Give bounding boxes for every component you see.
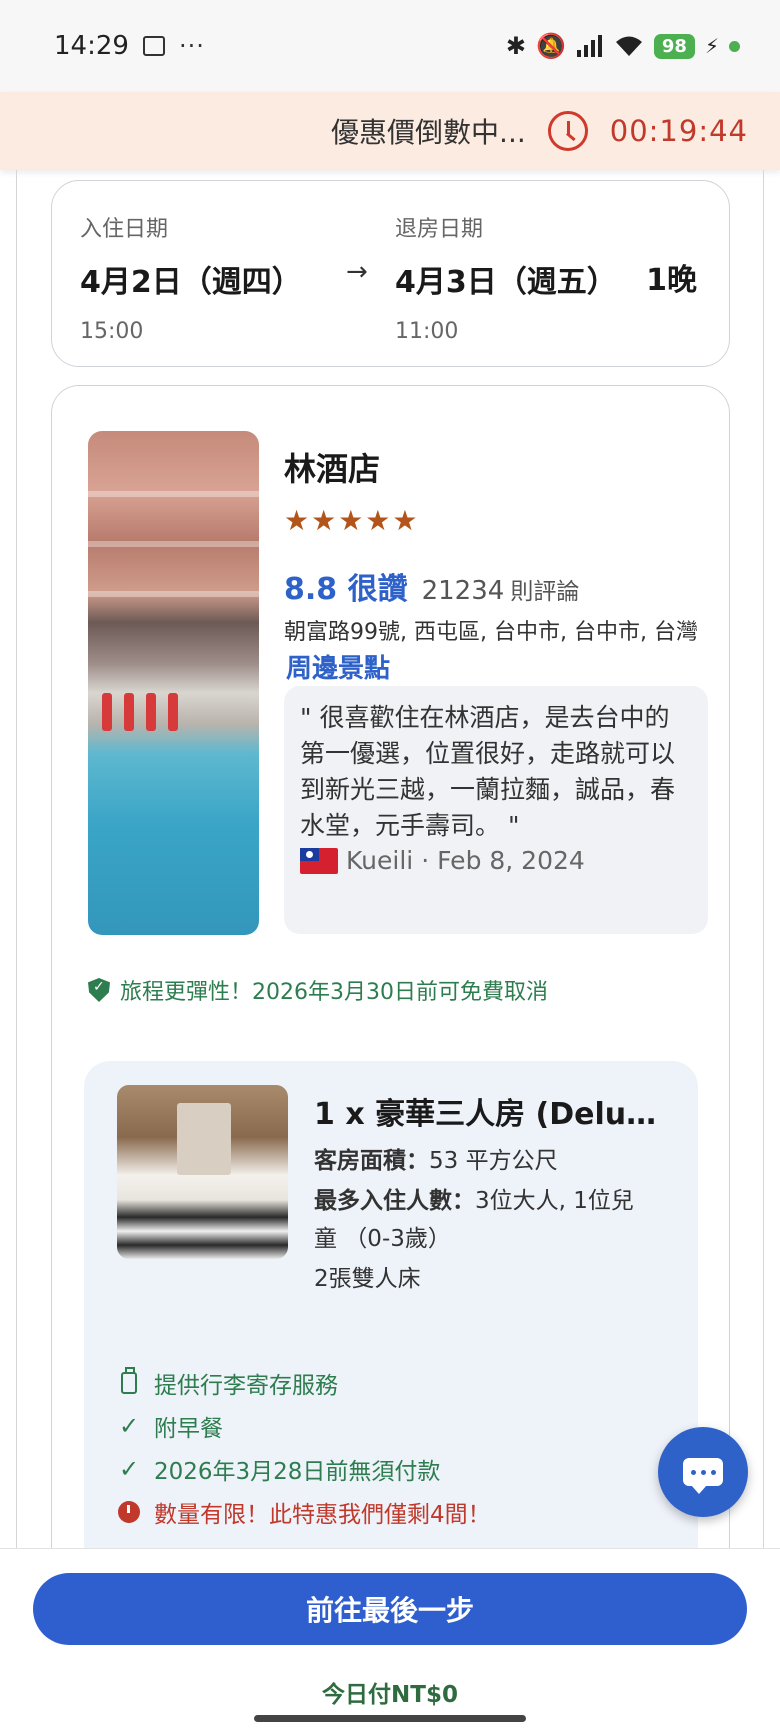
feature-text: 2026年3月28日前無須付款 <box>154 1458 441 1485</box>
review-score[interactable]: 8.8 很讚 21234 則評論 <box>284 564 579 608</box>
battery-icon: 98 <box>653 33 695 59</box>
review-separator: · <box>421 846 430 875</box>
feature-text: 附早餐 <box>154 1415 223 1442</box>
mute-icon: 🔕 <box>536 32 566 60</box>
feature-pay-later: ✓ 2026年3月28日前無須付款 <box>116 1447 491 1490</box>
room-occupancy-value: 3位大人, 1位兒 <box>475 1188 634 1214</box>
score-label: 8.8 很讚 <box>284 572 408 607</box>
review-author: Kueili <box>346 846 414 875</box>
reviews-unit: 則評論 <box>510 579 580 605</box>
review-date: Feb 8, 2024 <box>437 846 585 875</box>
checkout-block: 退房日期 4月3日（週五） 11:00 <box>395 211 617 344</box>
reviews-count: 21234 <box>421 576 505 606</box>
signal-icon <box>576 35 602 57</box>
privacy-dot-icon <box>729 40 740 52</box>
star-rating: ★★★★★ <box>284 504 420 537</box>
checkout-time: 11:00 <box>395 319 459 344</box>
chat-bubble-icon <box>683 1458 723 1494</box>
charging-icon: ⚡ <box>704 34 719 58</box>
countdown-text: 優惠價倒數中... <box>331 116 526 149</box>
proceed-final-step-button[interactable]: 前往最後一步 <box>33 1573 747 1645</box>
checkin-label: 入住日期 <box>80 217 169 242</box>
nights-count: 1晚 <box>646 263 697 298</box>
countdown-timer: 00:19:44 <box>609 114 748 148</box>
bottom-action-bar: 前往最後一步 今日付NT$0 <box>0 1548 780 1733</box>
chat-button[interactable] <box>658 1427 748 1517</box>
feature-breakfast: ✓ 附早餐 <box>116 1404 491 1447</box>
checkin-block: 入住日期 4月2日（週四） 15:00 <box>80 211 302 344</box>
room-beds: 2張雙人床 <box>314 1266 421 1292</box>
price-countdown-banner: 優惠價倒數中... 00:19:44 <box>0 92 780 170</box>
room-occupancy: 最多入住人數：3位大人, 1位兒 <box>314 1181 634 1215</box>
pay-today-text: 今日付NT$0 <box>322 1682 458 1708</box>
clock-icon <box>547 111 588 151</box>
wifi-icon <box>615 36 642 56</box>
more-dots-icon: ··· <box>178 32 205 60</box>
room-occupancy-cont: 童 （0-3歲） <box>314 1226 451 1252</box>
guest-review: " 很喜歡住在林酒店，是去台中的第一優選，位置很好，走路就可以到新光三越，一蘭拉… <box>284 686 708 934</box>
hotel-name: 林酒店 <box>284 450 381 488</box>
shield-check-icon <box>88 978 110 1002</box>
nearby-attractions-link[interactable]: 周邊景點 <box>286 648 390 685</box>
status-bar: 14:29 ··· ✱ 🔕 98 ⚡ <box>0 0 780 92</box>
check-icon: ✓ <box>118 1454 140 1483</box>
review-text: " 很喜歡住在林酒店，是去台中的第一優選，位置很好，走路就可以到新光三越，一蘭拉… <box>300 703 676 840</box>
room-area: 客房面積：53 平方公尺 <box>314 1141 558 1175</box>
review-meta: Kueili · Feb 8, 2024 <box>300 846 692 875</box>
checkout-label: 退房日期 <box>395 217 484 242</box>
hotel-card: 林酒店 ★★★★★ 8.8 很讚 21234 則評論 朝富路99號, 西屯區, … <box>51 385 730 1661</box>
luggage-icon <box>121 1366 137 1394</box>
room-area-label: 客房面積： <box>314 1148 429 1174</box>
room-occupancy-label: 最多入住人數： <box>314 1188 475 1214</box>
feature-text: 提供行李寄存服務 <box>154 1372 338 1399</box>
checkout-date: 4月3日（週五） <box>395 265 617 300</box>
hotel-address: 朝富路99號, 西屯區, 台中市, 台中市, 台灣 <box>284 620 698 645</box>
alarm-clock-icon <box>118 1500 140 1523</box>
copy-icon <box>142 36 165 56</box>
bluetooth-icon: ✱ <box>505 32 526 60</box>
status-time: 14:29 <box>54 31 129 61</box>
arrow-right-icon: → <box>346 257 368 287</box>
room-area-value: 53 平方公尺 <box>429 1148 558 1174</box>
free-cancellation-text: 旅程更彈性！2026年3月30日前可免費取消 <box>120 980 548 1005</box>
feature-limited-availability: 數量有限！此特惠我們僅剩4間！ <box>116 1490 491 1533</box>
taiwan-flag-icon <box>300 847 338 874</box>
checkin-date: 4月2日（週四） <box>80 265 302 300</box>
hotel-photo[interactable] <box>88 431 259 935</box>
checkin-time: 15:00 <box>80 319 144 344</box>
check-icon: ✓ <box>118 1411 140 1440</box>
home-indicator[interactable] <box>254 1715 526 1722</box>
free-cancellation-note: 旅程更彈性！2026年3月30日前可免費取消 <box>88 974 548 1006</box>
stay-dates-card: 入住日期 4月2日（週四） 15:00 → 退房日期 4月3日（週五） 11:0… <box>51 180 730 367</box>
feature-luggage: 提供行李寄存服務 <box>116 1361 491 1404</box>
feature-text: 數量有限！此特惠我們僅剩4間！ <box>154 1501 491 1528</box>
room-photo[interactable] <box>117 1085 288 1259</box>
room-features: 提供行李寄存服務 ✓ 附早餐 ✓ 2026年3月28日前無須付款 數量有限！此特… <box>116 1361 491 1533</box>
room-title: 1 x 豪華三人房 (Deluxe Triple Room) <box>314 1097 674 1132</box>
